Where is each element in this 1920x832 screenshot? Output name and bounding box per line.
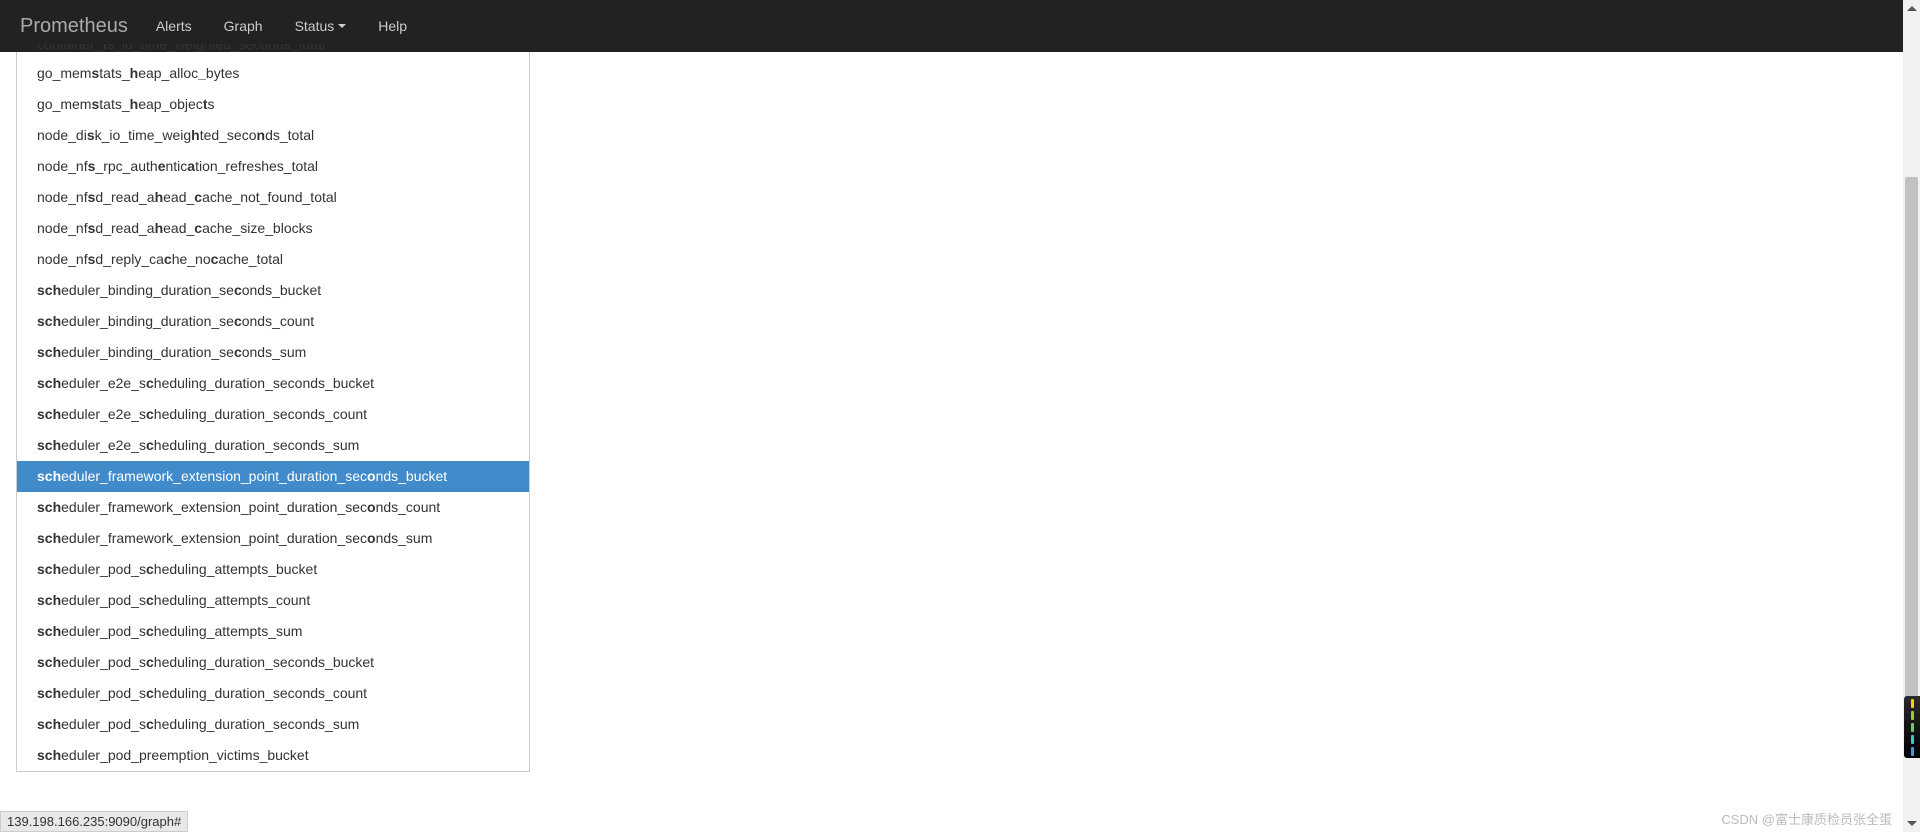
gadget-bar bbox=[1911, 723, 1914, 732]
autocomplete-item[interactable]: node_nfsd_read_ahead_cache_not_found_tot… bbox=[17, 182, 529, 213]
watermark-text: CSDN @富士康质检员张全蛋 bbox=[1721, 809, 1892, 828]
autocomplete-item[interactable]: scheduler_pod_preemption_victims_bucket bbox=[17, 740, 529, 771]
scroll-down-button[interactable] bbox=[1903, 815, 1920, 832]
gadget-bar bbox=[1911, 747, 1914, 756]
browser-status-bar: 139.198.166.235:9090/graph# bbox=[0, 811, 188, 832]
gadget-bar bbox=[1911, 735, 1914, 744]
nav-graph[interactable]: Graph bbox=[224, 18, 263, 34]
autocomplete-item[interactable]: scheduler_framework_extension_point_dura… bbox=[17, 461, 529, 492]
brand-logo[interactable]: Prometheus bbox=[20, 15, 128, 38]
scroll-up-button[interactable] bbox=[1903, 0, 1920, 17]
autocomplete-item[interactable]: scheduler_pod_scheduling_attempts_bucket bbox=[17, 554, 529, 585]
autocomplete-dropdown: container_fs_io_time_weighted_seconds_to… bbox=[16, 52, 530, 772]
autocomplete-item[interactable]: node_disk_io_time_weighted_seconds_total bbox=[17, 120, 529, 151]
side-gadget[interactable] bbox=[1904, 696, 1920, 758]
gadget-bar bbox=[1911, 699, 1914, 708]
autocomplete-item[interactable]: scheduler_pod_scheduling_duration_second… bbox=[17, 709, 529, 740]
autocomplete-item[interactable]: scheduler_pod_scheduling_attempts_count bbox=[17, 585, 529, 616]
autocomplete-item[interactable]: scheduler_pod_scheduling_duration_second… bbox=[17, 678, 529, 709]
gadget-bar bbox=[1911, 711, 1914, 720]
autocomplete-item[interactable]: scheduler_binding_duration_seconds_sum bbox=[17, 337, 529, 368]
autocomplete-item[interactable]: go_memstats_heap_alloc_bytes bbox=[17, 58, 529, 89]
autocomplete-item[interactable]: scheduler_pod_scheduling_duration_second… bbox=[17, 647, 529, 678]
caret-down-icon bbox=[338, 24, 346, 28]
autocomplete-item[interactable]: scheduler_e2e_scheduling_duration_second… bbox=[17, 430, 529, 461]
nav-alerts[interactable]: Alerts bbox=[156, 18, 192, 34]
autocomplete-item[interactable]: scheduler_binding_duration_seconds_count bbox=[17, 306, 529, 337]
autocomplete-item[interactable]: go_memstats_heap_objects bbox=[17, 89, 529, 120]
autocomplete-item[interactable]: node_nfsd_reply_cache_nocache_total bbox=[17, 244, 529, 275]
autocomplete-item[interactable]: scheduler_framework_extension_point_dura… bbox=[17, 492, 529, 523]
autocomplete-item[interactable]: scheduler_e2e_scheduling_duration_second… bbox=[17, 399, 529, 430]
autocomplete-item[interactable]: scheduler_e2e_scheduling_duration_second… bbox=[17, 368, 529, 399]
autocomplete-item[interactable]: scheduler_binding_duration_seconds_bucke… bbox=[17, 275, 529, 306]
autocomplete-item[interactable]: scheduler_pod_scheduling_attempts_sum bbox=[17, 616, 529, 647]
nav-status[interactable]: Status bbox=[295, 18, 347, 34]
autocomplete-item[interactable]: scheduler_framework_extension_point_dura… bbox=[17, 523, 529, 554]
autocomplete-item[interactable]: node_nfs_rpc_authentication_refreshes_to… bbox=[17, 151, 529, 182]
scrollbar-thumb[interactable] bbox=[1905, 177, 1918, 697]
autocomplete-item[interactable]: container_fs_io_time_weighted_seconds_to… bbox=[17, 44, 529, 58]
autocomplete-item[interactable]: node_nfsd_read_ahead_cache_size_blocks bbox=[17, 213, 529, 244]
nav-help[interactable]: Help bbox=[378, 18, 407, 34]
